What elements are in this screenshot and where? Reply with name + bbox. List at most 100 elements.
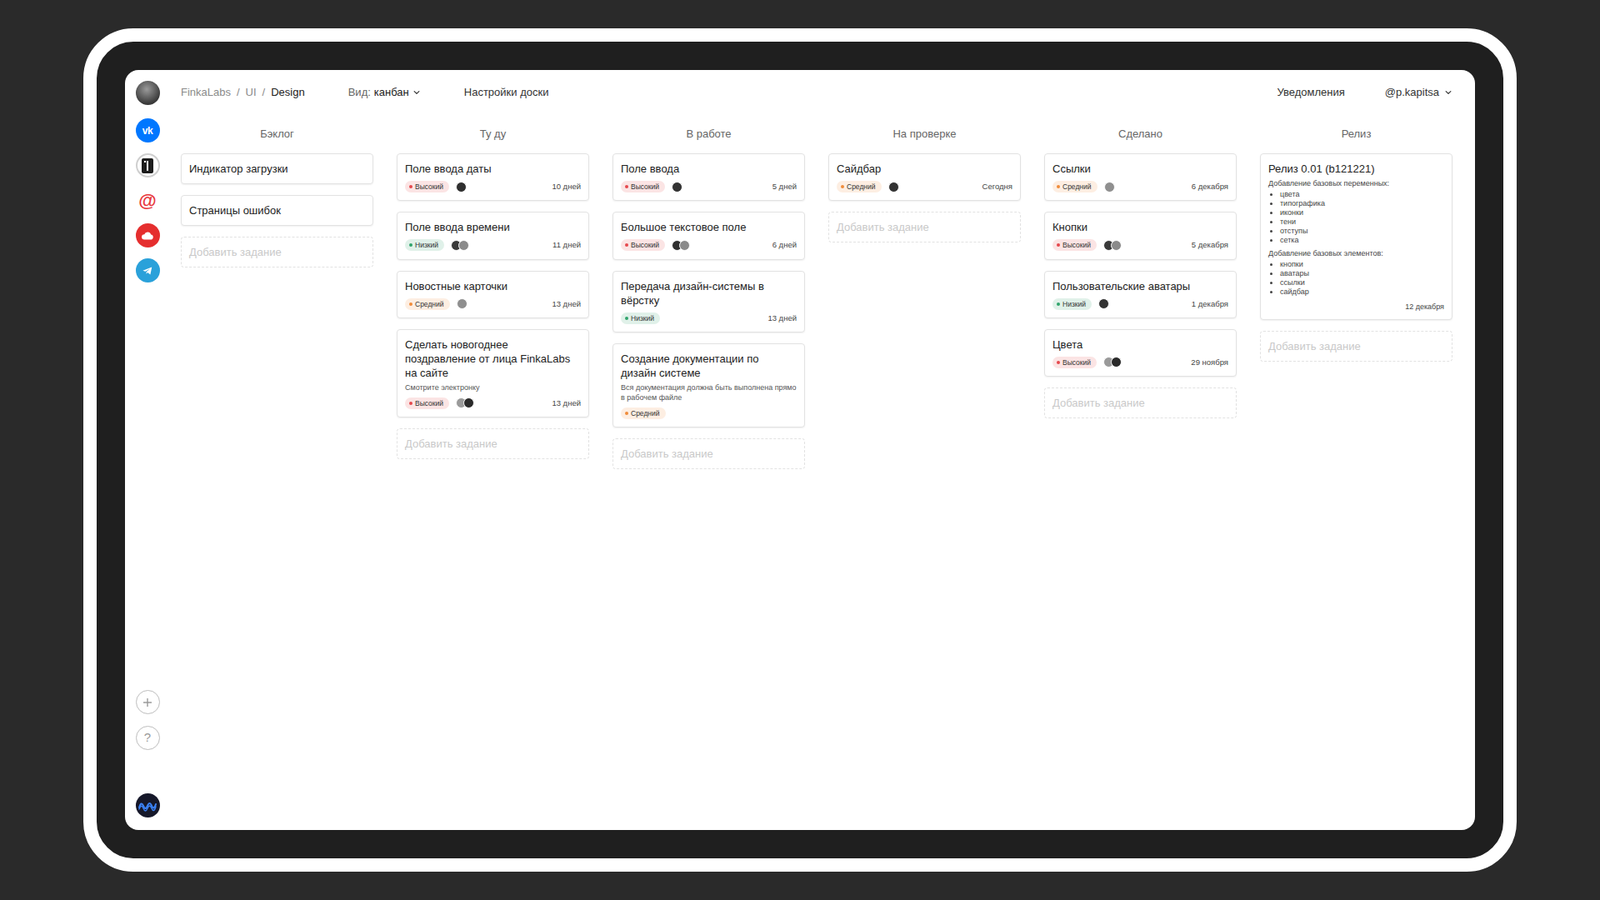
priority-label: Средний [630,408,660,419]
task-card[interactable]: Кнопки Высокий5 декабря [1044,211,1237,260]
card-meta: Высокий10 дней [405,180,581,193]
column-title: В работе [612,115,805,154]
assignee-avatar[interactable] [1110,356,1122,368]
priority-label: Низкий [415,240,439,250]
task-card[interactable]: Страницы ошибок [180,195,374,226]
card-meta: Высокий5 декабря [1052,239,1229,251]
board-column: РелизРелиз 0.01 (b121221)Добавление базо… [1260,115,1453,362]
card-description: Смотрите электронку [405,382,581,393]
card-title: Страницы ошибок [189,203,365,218]
task-card[interactable]: Передача дизайн-системы в вёрсткуНизкий1… [612,270,805,333]
assignee-avatar[interactable] [679,240,690,251]
chevron-down-icon[interactable] [412,88,421,97]
assignee-avatar[interactable] [671,181,683,193]
card-title: Кнопки [1052,220,1229,235]
add-task-button[interactable]: Добавить задание [180,236,374,268]
task-card[interactable]: Пользовательские аватарыНизкий1 декабря [1044,270,1237,319]
plus-icon[interactable] [135,690,160,715]
breadcrumb-item[interactable]: UI [245,84,257,101]
brand-logo-icon[interactable] [135,793,160,818]
column-title: Бэклог [180,115,374,154]
column-cards: Релиз 0.01 (b121221) Добавление базовых п… [1260,153,1453,362]
add-task-button[interactable]: Добавить задание [1260,330,1453,362]
user-name[interactable]: @p.kapitsa [1385,84,1440,101]
card-due: 13 дней [551,397,581,410]
task-card[interactable]: Поле ввода времениНизкий11 дней [396,211,590,260]
breadcrumb-item[interactable]: FinkaLabs [180,84,231,101]
priority-label: Высокий [415,398,444,409]
priority-label: Высокий [1062,240,1091,250]
assignee-avatar[interactable] [1110,240,1122,251]
help-icon[interactable]: ? [135,725,160,750]
view-value[interactable]: канбан [374,84,410,101]
mail-icon[interactable]: @ [135,188,160,213]
task-card[interactable]: Цвета Высокий29 ноября [1044,329,1237,377]
assignee-avatar[interactable] [888,181,900,193]
frame-icon[interactable] [135,153,160,178]
card-title: Индикатор загрузки [189,161,365,176]
view-switcher[interactable]: Вид:канбан [348,84,421,101]
task-card[interactable]: СсылкиСредний6 декабря [1044,153,1237,201]
column-title: На проверке [828,115,1021,154]
column-cards: СсылкиСредний6 декабря Кнопки Высокий5 дек… [1044,153,1237,419]
task-card[interactable]: Большое текстовое полеВысокий6 дней [612,211,805,260]
release-section-heading: Добавление базовых переменных: [1268,178,1445,190]
priority-dot [625,185,629,189]
assignees [671,240,690,251]
card-title: Большое текстовое поле [620,220,797,235]
release-item: сайдбар [1280,287,1445,297]
task-card[interactable]: Поле ввода датыВысокий10 дней [396,153,590,201]
card-meta: Высокий29 ноября [1052,356,1229,369]
card-title: Создание документации по дизайн системе [620,351,797,380]
priority-tag: Средний [1052,180,1098,193]
card-title: Передача дизайн-системы в вёрстку [620,279,797,308]
task-card[interactable]: СайдбарСреднийСегодня [828,153,1021,201]
priority-tag: Средний [405,298,450,310]
telegram-icon[interactable] [135,258,160,283]
add-task-button[interactable]: Добавить задание [1044,387,1237,419]
priority-label: Высокий [1062,357,1091,368]
assignees [1103,356,1122,368]
priority-tag: Низкий [620,312,660,325]
assignee-avatar[interactable] [458,240,470,251]
user-avatar[interactable] [135,80,160,105]
release-item: кнопки [1280,260,1445,270]
assignee-avatar[interactable] [463,397,475,409]
assignee-avatar[interactable] [455,181,467,193]
card-due: 11 дней [552,239,581,251]
add-task-button[interactable]: Добавить задание [612,438,805,470]
cloud-icon[interactable] [135,223,160,248]
release-item: ссылки [1280,278,1445,288]
add-task-button[interactable]: Добавить задание [828,211,1021,243]
assignee-avatar[interactable] [456,298,468,310]
board-settings-link[interactable]: Настройки доски [464,84,550,101]
chevron-down-icon[interactable] [1444,88,1453,97]
card-title: Поле ввода [620,161,797,176]
assignee-avatar[interactable] [1098,298,1110,310]
priority-label: Средний [415,299,445,310]
user-menu[interactable]: @p.kapitsa [1385,84,1453,101]
priority-dot [1056,302,1060,306]
task-card[interactable]: Новостные карточки Средний 13 дней [396,270,590,319]
card-meta: Средний 13 дней [405,298,581,310]
assignee-avatar[interactable] [1104,181,1115,193]
task-card[interactable]: Индикатор загрузки [180,153,374,185]
task-card[interactable]: Создание документации по дизайн системеВ… [612,343,805,428]
priority-tag: Средний [836,180,882,193]
column-cards: СайдбарСреднийСегодня Добавить задание [828,153,1021,243]
priority-tag: Высокий [620,180,665,193]
card-title: Новостные карточки [405,279,581,294]
card-title: Релиз 0.01 (b121221) [1268,161,1445,176]
add-task-button[interactable]: Добавить задание [396,428,590,460]
task-card[interactable]: Поле вводаВысокий5 дней [612,153,805,201]
breadcrumb-item[interactable]: Design [270,84,305,101]
notifications-link[interactable]: Уведомления [1276,84,1345,101]
assignees [456,298,468,310]
column-title: Ту ду [396,115,590,154]
card-due: 13 дней [551,298,581,310]
task-card[interactable]: Сделать новогоднее поздравление от лица … [396,329,590,418]
release-card[interactable]: Релиз 0.01 (b121221) Добавление базовых п… [1260,153,1453,320]
vk-icon[interactable]: vk [135,118,160,143]
release-item: тени [1280,217,1445,227]
card-title: Цвета [1052,337,1229,352]
